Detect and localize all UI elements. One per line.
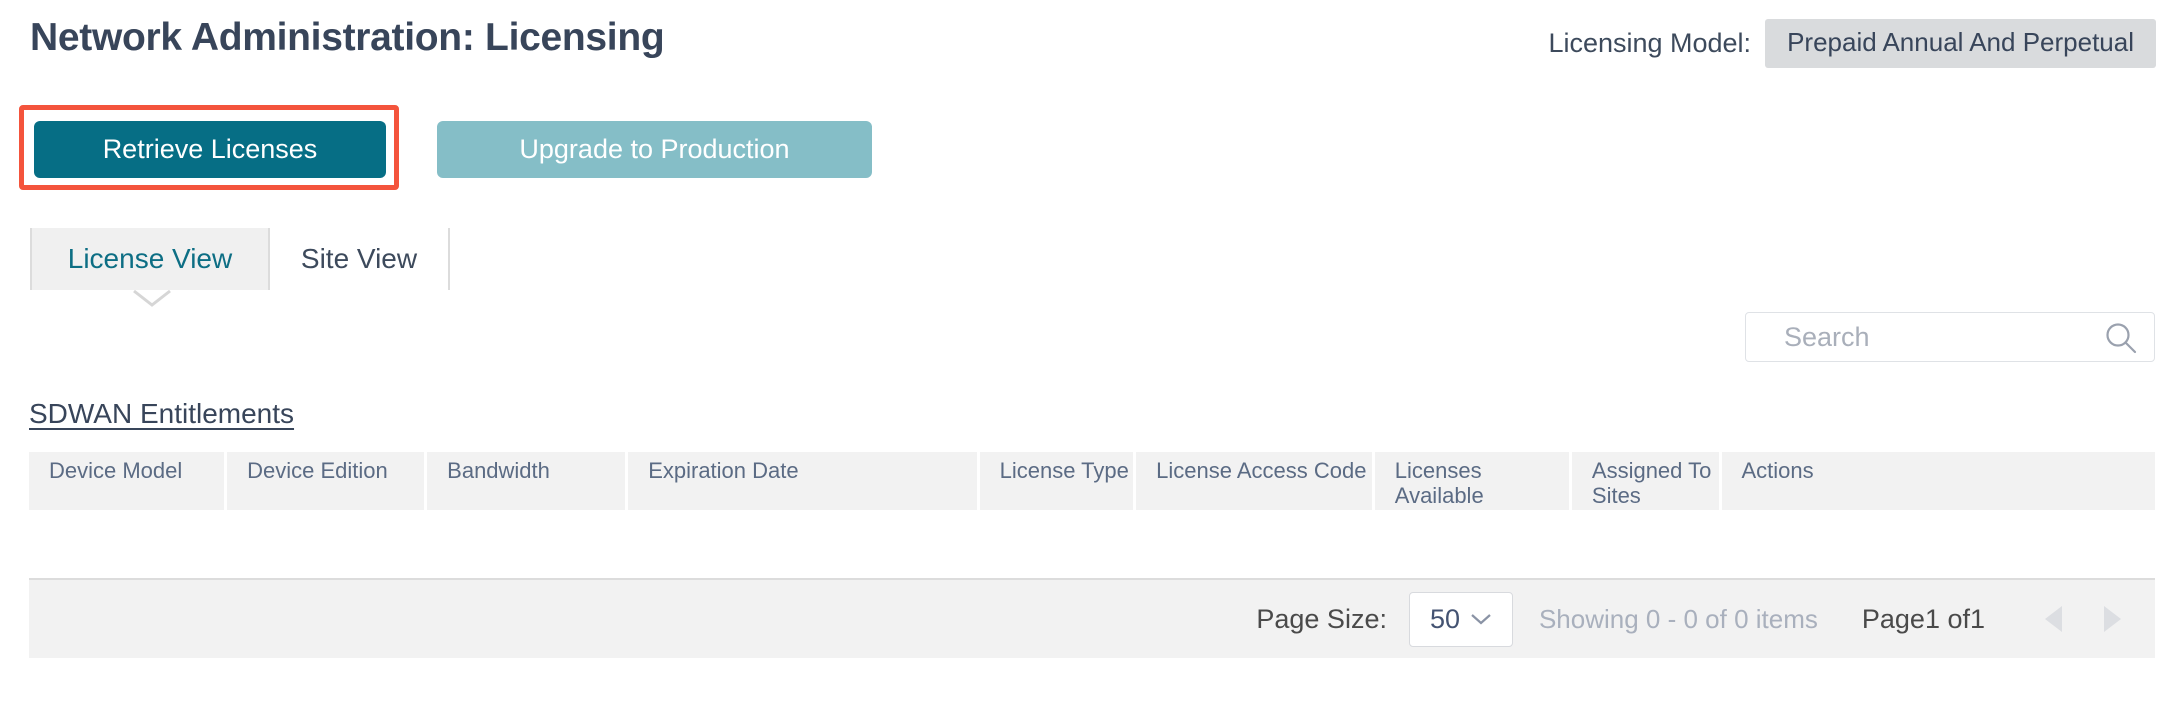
upgrade-to-production-button[interactable]: Upgrade to Production — [437, 121, 872, 178]
search-box[interactable] — [1745, 312, 2155, 362]
entitlements-table: Device Model Device Edition Bandwidth Ex… — [29, 452, 2155, 582]
triangle-right-icon[interactable] — [2097, 603, 2125, 635]
column-header-license-type[interactable]: License Type — [979, 452, 1134, 510]
chevron-down-icon — [1471, 614, 1491, 625]
column-header-device-model[interactable]: Device Model — [29, 452, 225, 510]
table-footer: Page Size: 50 Showing 0 - 0 of 0 items P… — [29, 578, 2155, 658]
search-input[interactable] — [1746, 313, 2086, 361]
page-size-select[interactable]: 50 — [1408, 591, 1513, 647]
page-size-label: Page Size: — [1256, 603, 1387, 634]
column-header-assigned-to-sites[interactable]: Assigned To Sites — [1571, 452, 1719, 510]
page-size-value: 50 — [1429, 603, 1460, 634]
column-header-actions[interactable]: Actions — [1721, 452, 2155, 510]
active-tab-chevron-icon — [133, 289, 171, 307]
licensing-model-label: Licensing Model: — [1548, 27, 1752, 58]
column-header-licenses-available[interactable]: Licenses Available — [1374, 452, 1569, 510]
search-icon[interactable] — [2104, 321, 2138, 355]
column-header-license-access-code[interactable]: License Access Code — [1136, 452, 1372, 510]
licensing-model-value: Prepaid Annual And Perpetual — [1765, 18, 2156, 68]
table-header-row: Device Model Device Edition Bandwidth Ex… — [29, 452, 2155, 510]
tab-license-view[interactable]: License View — [30, 228, 270, 290]
tab-site-view-label: Site View — [300, 243, 418, 274]
column-header-bandwidth[interactable]: Bandwidth — [427, 452, 626, 510]
licensing-model: Licensing Model: Prepaid Annual And Perp… — [1548, 18, 2156, 68]
page-title: Network Administration: Licensing — [30, 16, 665, 59]
view-tabs: License View Site View — [30, 228, 450, 290]
column-header-expiration-date[interactable]: Expiration Date — [628, 452, 977, 510]
action-bar: Retrieve Licenses Upgrade to Production — [0, 105, 2184, 190]
showing-items-text: Showing 0 - 0 of 0 items — [1538, 603, 1818, 634]
table-body-empty — [29, 510, 2155, 582]
column-header-device-edition[interactable]: Device Edition — [227, 452, 425, 510]
triangle-left-icon[interactable] — [2041, 603, 2069, 635]
page-indicator: Page1 of1 — [1861, 603, 1985, 634]
tab-site-view[interactable]: Site View — [270, 228, 450, 290]
retrieve-licenses-button[interactable]: Retrieve Licenses — [34, 121, 386, 178]
section-title: SDWAN Entitlements — [29, 398, 295, 429]
tab-license-view-label: License View — [67, 243, 233, 274]
page-header: Network Administration: Licensing Licens… — [0, 0, 2184, 86]
